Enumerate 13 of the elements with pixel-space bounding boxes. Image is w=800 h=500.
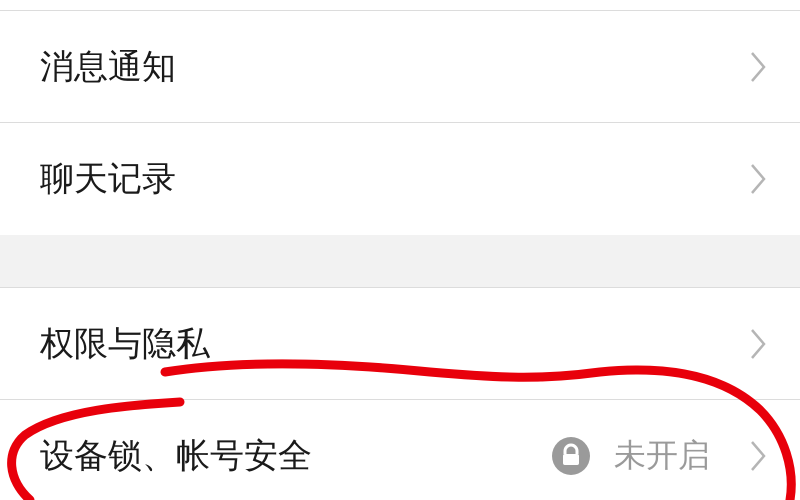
item-label: 消息通知 [40, 46, 177, 88]
settings-item[interactable]: 权限与隐私 [0, 288, 800, 400]
item-label: 权限与隐私 [40, 322, 211, 366]
item-label: 设备锁、帐号安全 [40, 435, 313, 478]
settings-item[interactable]: 聊天记录 [0, 123, 800, 235]
item-status: 未开启 [614, 435, 710, 476]
chevron-icon [750, 440, 766, 472]
settings-item[interactable]: 设备锁、帐号安全 未开启 [0, 400, 800, 500]
settings-item[interactable]: 消息通知 [0, 11, 800, 123]
chevron-icon [750, 163, 766, 195]
chevron-icon [750, 50, 766, 82]
item-label: 聊天记录 [40, 158, 177, 201]
chevron-icon [750, 328, 766, 360]
